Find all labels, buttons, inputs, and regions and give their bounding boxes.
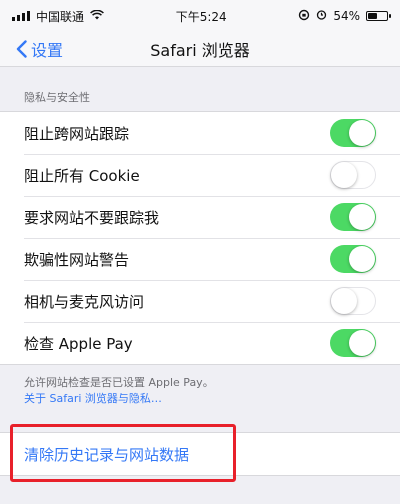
settings-row-label: 相机与麦克风访问 <box>24 292 145 311</box>
back-label: 设置 <box>31 41 64 60</box>
toggle-switch[interactable] <box>330 245 376 273</box>
settings-row: 检查 Apple Pay <box>0 322 400 364</box>
settings-row: 阻止跨网站跟踪 <box>0 112 400 154</box>
toggle-switch[interactable] <box>330 161 376 189</box>
toggle-switch[interactable] <box>330 203 376 231</box>
settings-row-label: 要求网站不要跟踪我 <box>24 208 160 227</box>
privacy-section-header: 隐私与安全性 <box>24 91 90 104</box>
settings-row: 欺骗性网站警告 <box>0 238 400 280</box>
clear-history-group: 清除历史记录与网站数据 <box>0 432 400 476</box>
signal-icon <box>12 11 30 21</box>
alarm-icon <box>316 9 327 23</box>
status-right: 54% <box>298 9 391 24</box>
toggle-knob <box>349 330 375 356</box>
wifi-icon <box>90 9 104 23</box>
privacy-info-link[interactable]: 关于 Safari 浏览器与隐私… <box>24 391 376 407</box>
toggle-knob <box>349 120 375 146</box>
toggle-knob <box>331 162 357 188</box>
toggle-knob <box>349 246 375 272</box>
settings-row-label: 阻止所有 Cookie <box>24 166 140 185</box>
settings-row-label: 检查 Apple Pay <box>24 334 133 353</box>
toggle-switch[interactable] <box>330 287 376 315</box>
privacy-footer-note: 允许网站检查是否已设置 Apple Pay。 关于 Safari 浏览器与隐私… <box>0 365 400 407</box>
navigation-bar: 设置 Safari 浏览器 <box>0 32 400 67</box>
settings-row: 要求网站不要跟踪我 <box>0 196 400 238</box>
toggle-switch[interactable] <box>330 119 376 147</box>
chevron-left-icon <box>16 40 27 58</box>
orientation-lock-icon <box>298 9 310 24</box>
apple-pay-footer-text: 允许网站检查是否已设置 Apple Pay。 <box>24 376 214 389</box>
toggle-knob <box>349 204 375 230</box>
carrier-label: 中国联通 <box>36 9 85 24</box>
settings-row: 相机与麦克风访问 <box>0 280 400 322</box>
status-bar: 中国联通 下午5:24 54% <box>0 0 400 32</box>
settings-row-label: 阻止跨网站跟踪 <box>24 124 130 143</box>
battery-icon <box>365 11 391 21</box>
privacy-settings-group: 阻止跨网站跟踪 阻止所有 Cookie 要求网站不要跟踪我 欺骗性网站警告 相机与麦克风… <box>0 111 400 365</box>
toggle-knob <box>331 288 357 314</box>
settings-row-label: 欺骗性网站警告 <box>24 250 130 269</box>
clear-history-button[interactable]: 清除历史记录与网站数据 <box>24 444 189 465</box>
battery-percent: 54% <box>333 9 360 23</box>
status-left: 中国联通 <box>12 8 104 25</box>
toggle-switch[interactable] <box>330 329 376 357</box>
back-button[interactable]: 设置 <box>0 37 63 61</box>
settings-row: 阻止所有 Cookie <box>0 154 400 196</box>
status-time: 下午5:24 <box>175 9 227 24</box>
